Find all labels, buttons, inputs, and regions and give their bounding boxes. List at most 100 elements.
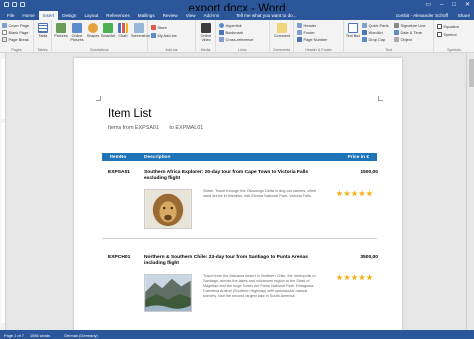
my-addins-icon: [151, 33, 156, 38]
object-button[interactable]: Object: [394, 37, 412, 42]
tab-references[interactable]: References: [102, 11, 134, 20]
ribbon-group-illustrations: Pictures Online Pictures Shapes SmartArt…: [52, 20, 150, 53]
tab-design[interactable]: Design: [58, 11, 80, 20]
ribbon-group-media: Online Video Media: [196, 20, 216, 53]
screenshot-button[interactable]: Screenshot: [131, 23, 150, 38]
status-bar: Page 1 of 7 1084 words German (Germany): [0, 330, 474, 339]
ribbon-group-symbols: Equation Symbol Symbols: [434, 20, 474, 53]
word-count[interactable]: 1084 words: [30, 333, 50, 338]
shapes-button[interactable]: Shapes: [85, 23, 101, 38]
pictures-button[interactable]: Pictures: [53, 23, 69, 38]
hyperlink-icon: [219, 23, 224, 28]
smartart-icon: [103, 23, 113, 33]
ribbon-group-pages: Cover Page Blank Page Page Break Pages: [0, 20, 34, 53]
language[interactable]: German (Germany): [64, 333, 98, 338]
header-button[interactable]: Header: [297, 23, 316, 28]
star-icon: [336, 274, 343, 281]
ribbon-group-comments: Comment Comments: [270, 20, 294, 53]
cover-page-button[interactable]: Cover Page: [2, 23, 29, 28]
star-icon: [336, 190, 343, 197]
online-video-button[interactable]: Online Video: [198, 23, 214, 42]
symbol-button[interactable]: Symbol: [437, 32, 456, 37]
drop-cap-button[interactable]: Drop Cap: [362, 37, 385, 42]
footer-button[interactable]: Footer: [297, 30, 315, 35]
document-page[interactable]: Item List Items from EXPSA01 to EXPMAL01…: [74, 58, 402, 330]
row-title: Southern Africa Explorer: 20-day tour fr…: [144, 170, 309, 182]
hyperlink-button[interactable]: Hyperlink: [219, 23, 242, 28]
header-description: Description: [144, 154, 171, 160]
omega-icon: [437, 32, 442, 37]
ribbon-options-icon[interactable]: ▭: [425, 2, 431, 8]
title-bar: export.docx - Word ▭ – □ ✕: [0, 0, 474, 15]
wordart-button[interactable]: WordArt: [362, 30, 383, 35]
text-box-button[interactable]: Text Box: [345, 23, 361, 38]
quick-parts-icon: [362, 23, 367, 28]
page-break-icon: [2, 37, 7, 42]
chart-button[interactable]: Chart: [115, 23, 131, 38]
ribbon-tab-bar: File Home Insert Design Layout Reference…: [0, 11, 474, 20]
signature-line-button[interactable]: Signature Line: [394, 23, 426, 28]
equation-button[interactable]: Equation: [437, 24, 459, 29]
tab-insert[interactable]: Insert: [38, 11, 59, 20]
cover-page-icon: [2, 23, 7, 28]
video-icon: [201, 23, 211, 33]
comment-button[interactable]: Comment: [274, 23, 290, 38]
bookmark-icon: [219, 30, 224, 35]
my-addins-button[interactable]: My Add-ins: [151, 33, 177, 38]
date-time-button[interactable]: Date & Time: [394, 30, 422, 35]
document-area: Item List Items from EXPSA01 to EXPMAL01…: [0, 53, 466, 330]
tab-mailings[interactable]: Mailings: [134, 11, 159, 20]
signature-line-icon: [394, 23, 399, 28]
close-icon[interactable]: ✕: [465, 2, 470, 8]
smartart-button[interactable]: SmartArt: [100, 23, 116, 38]
tab-layout[interactable]: Layout: [80, 11, 102, 20]
tab-review[interactable]: Review: [159, 11, 182, 20]
online-pictures-button[interactable]: Online Pictures: [69, 23, 85, 42]
blank-page-icon: [2, 30, 7, 35]
cross-reference-button[interactable]: Cross-reference: [219, 37, 253, 42]
header-icon: [297, 23, 302, 28]
group-label-media: Media: [200, 48, 211, 52]
lion-photo: [144, 189, 192, 229]
tab-file[interactable]: File: [3, 11, 18, 20]
star-icon: [343, 274, 351, 281]
table-icon: [38, 23, 48, 33]
vertical-ruler: [0, 53, 6, 330]
blank-page-button[interactable]: Blank Page: [2, 30, 28, 35]
page-count[interactable]: Page 1 of 7: [4, 333, 24, 338]
row-price: 1500,00: [360, 170, 378, 175]
star-icon: [358, 274, 366, 281]
landscape-photo: [144, 274, 192, 312]
user-name[interactable]: combit - Alexander Schoff: [396, 13, 448, 18]
margin-mark: [96, 96, 101, 101]
store-button[interactable]: Store: [151, 25, 167, 30]
table-button[interactable]: Table: [35, 23, 51, 38]
share-button[interactable]: Share: [458, 13, 470, 18]
screenshot-icon: [134, 23, 144, 33]
tab-home[interactable]: Home: [18, 11, 38, 20]
row-separator: [102, 238, 377, 239]
tell-me-box[interactable]: Tell me what you want to do...: [236, 13, 297, 18]
page-break-button[interactable]: Page Break: [2, 37, 29, 42]
vertical-scrollbar[interactable]: [466, 53, 474, 330]
pictures-icon: [56, 23, 66, 33]
group-label-addins: Add-ins: [165, 48, 178, 52]
maximize-icon[interactable]: □: [452, 2, 456, 8]
ribbon: Cover Page Blank Page Page Break Pages T…: [0, 20, 474, 53]
row-text: Safari: Travel through the Okavango Delt…: [203, 189, 317, 198]
quick-parts-button[interactable]: Quick Parts: [362, 23, 389, 28]
document-subtitle: Items from EXPSA01 to EXPMAL01: [108, 125, 204, 131]
bookmark-button[interactable]: Bookmark: [219, 30, 243, 35]
row-price: 3500,00: [360, 255, 378, 260]
group-label-symbols: Symbols: [447, 48, 461, 52]
scrollbar-thumb[interactable]: [468, 59, 474, 87]
row-title: Northern & Southern Chile: 23-day tour f…: [144, 255, 308, 267]
tab-view[interactable]: View: [182, 11, 200, 20]
star-icon: [343, 190, 351, 197]
star-icon: [366, 190, 373, 197]
row-text: Travel from the Atacama desert in Northe…: [203, 274, 316, 298]
page-number-button[interactable]: Page Number: [297, 37, 328, 42]
tab-addins[interactable]: Add-ins: [200, 11, 224, 20]
minimize-icon[interactable]: –: [440, 2, 443, 8]
shapes-icon: [88, 23, 98, 33]
